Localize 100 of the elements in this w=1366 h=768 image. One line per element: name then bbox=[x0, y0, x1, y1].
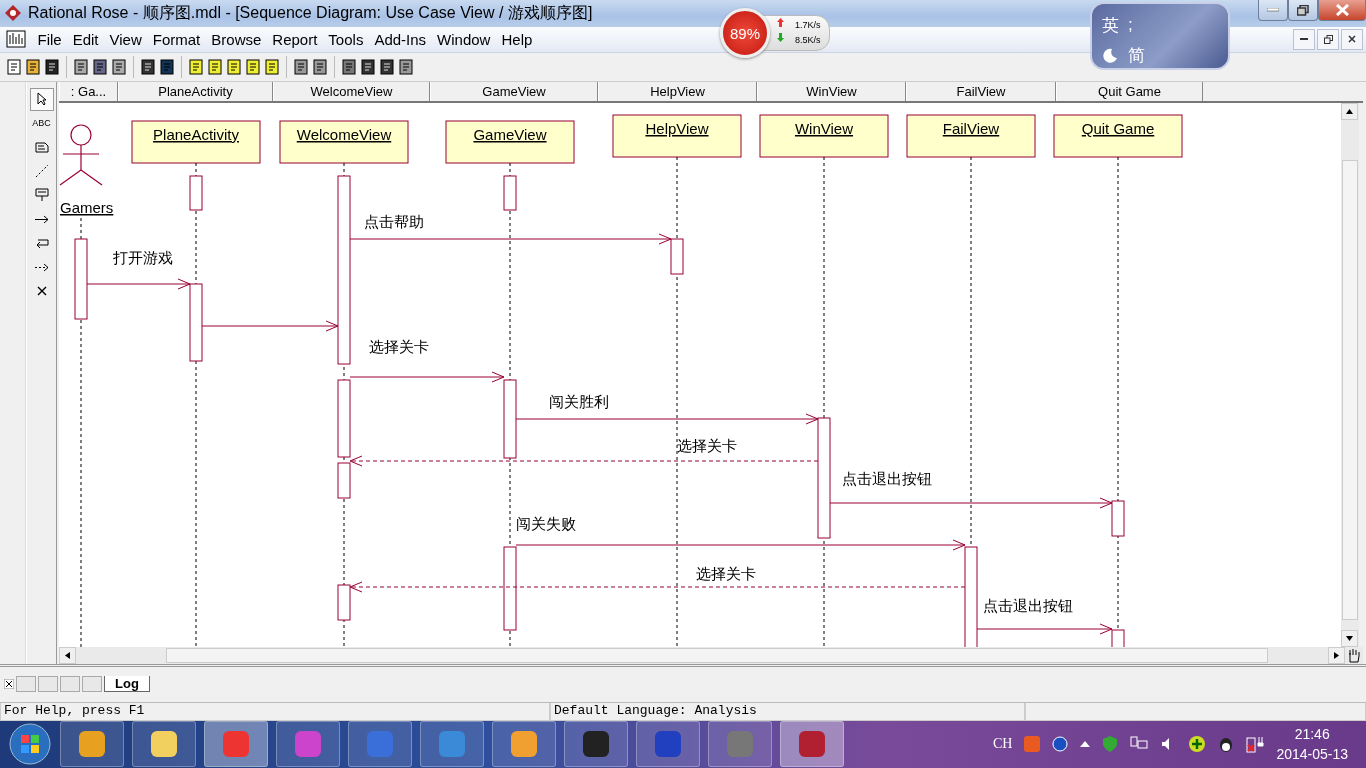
scroll-down-button[interactable] bbox=[1341, 629, 1358, 647]
menu-item[interactable]: Add-Ins bbox=[368, 30, 432, 48]
menu-item[interactable]: Help bbox=[495, 30, 538, 48]
activation-bar[interactable] bbox=[74, 238, 88, 320]
object-box[interactable] bbox=[279, 120, 409, 164]
activation-bar[interactable] bbox=[670, 238, 684, 275]
activation-bar[interactable] bbox=[1111, 629, 1125, 647]
toolbar-icon[interactable] bbox=[111, 58, 127, 75]
message-arrow[interactable] bbox=[349, 371, 505, 383]
message-arrow[interactable] bbox=[86, 278, 191, 290]
object-box[interactable] bbox=[906, 114, 1036, 158]
activation-bar[interactable] bbox=[964, 546, 978, 647]
input-method-panel[interactable]: 英 ; 简 bbox=[1090, 2, 1230, 70]
activation-bar[interactable] bbox=[503, 379, 517, 459]
plus-icon[interactable] bbox=[1188, 735, 1207, 754]
taskbar-button[interactable] bbox=[636, 721, 700, 768]
ime-punctuation[interactable]: ; bbox=[1128, 15, 1148, 35]
menu-item[interactable]: Edit bbox=[67, 30, 105, 48]
taskbar-button[interactable] bbox=[276, 721, 340, 768]
toolbar-icon[interactable] bbox=[398, 58, 414, 75]
activation-bar[interactable] bbox=[337, 379, 351, 458]
menu-item[interactable]: Window bbox=[431, 30, 496, 48]
ime-language[interactable]: 英 bbox=[1102, 13, 1128, 37]
taskbar-button[interactable] bbox=[60, 721, 124, 768]
object-box[interactable] bbox=[1053, 114, 1183, 158]
clock-date[interactable]: 2014-05-13 bbox=[1276, 744, 1348, 765]
column-header[interactable]: WelcomeView bbox=[273, 81, 430, 101]
activation-bar[interactable] bbox=[337, 175, 351, 365]
start-orb-icon[interactable] bbox=[8, 722, 52, 767]
toolbar-icon[interactable] bbox=[360, 58, 376, 75]
taskbar-button[interactable] bbox=[780, 721, 844, 768]
close-button[interactable] bbox=[1341, 28, 1363, 50]
log-tab[interactable]: Log bbox=[104, 676, 150, 693]
object-box[interactable] bbox=[131, 120, 261, 164]
diagram-canvas[interactable]: Gamers PlaneActivity WelcomeView GameView HelpView WinView FailView Quit Game 点击帮助 打开游戏 选择关卡 闯关胜利 选择关卡 点击退出按钮 闯关失败 选择关卡 点击退出按钮 bbox=[59, 102, 1341, 647]
restore-button[interactable] bbox=[1317, 28, 1339, 50]
activation-bar[interactable] bbox=[503, 175, 517, 211]
battery-plug-icon[interactable] bbox=[1246, 735, 1265, 754]
message-arrow[interactable] bbox=[201, 320, 339, 332]
taskbar-button[interactable] bbox=[132, 721, 196, 768]
object-box[interactable] bbox=[612, 114, 742, 158]
minimize-button[interactable] bbox=[1293, 28, 1315, 50]
message-arrow[interactable] bbox=[349, 455, 819, 467]
input-language[interactable]: CH bbox=[992, 736, 1013, 753]
toolbox-button[interactable]: ABC bbox=[29, 111, 54, 135]
document-icon[interactable] bbox=[6, 30, 28, 49]
column-header[interactable]: WinView bbox=[757, 81, 906, 101]
up-arrow-icon[interactable] bbox=[1080, 741, 1091, 748]
toolbar-icon[interactable] bbox=[159, 58, 175, 75]
taskbar-button[interactable] bbox=[348, 721, 412, 768]
taskbar-button[interactable] bbox=[492, 721, 556, 768]
shield-icon[interactable] bbox=[1102, 735, 1119, 754]
message-arrow[interactable] bbox=[515, 413, 819, 425]
column-header[interactable]: FailView bbox=[906, 81, 1056, 101]
menu-item[interactable]: Report bbox=[266, 30, 323, 48]
taskbar-button[interactable] bbox=[564, 721, 628, 768]
toolbox-button[interactable] bbox=[29, 87, 54, 111]
clock-time[interactable]: 21:46 bbox=[1294, 724, 1330, 745]
toolbar-icon[interactable] bbox=[44, 58, 60, 75]
message-arrow[interactable] bbox=[515, 539, 966, 551]
toolbar-icon[interactable] bbox=[379, 58, 395, 75]
toolbar-icon[interactable] bbox=[140, 58, 156, 75]
help-icon[interactable] bbox=[1052, 736, 1069, 753]
app-icon bbox=[725, 729, 755, 760]
activation-bar[interactable] bbox=[189, 283, 203, 362]
toolbar-icon[interactable] bbox=[92, 58, 108, 75]
menu-item[interactable]: Format bbox=[147, 30, 206, 48]
activation-bar[interactable] bbox=[817, 417, 831, 539]
column-header[interactable]: Quit Game bbox=[1056, 81, 1203, 101]
menu-item[interactable]: Tools bbox=[322, 30, 369, 48]
column-header[interactable]: HelpView bbox=[598, 81, 757, 101]
toolbar-icon[interactable] bbox=[312, 58, 328, 75]
toolbar-icon[interactable] bbox=[341, 58, 357, 75]
message-arrow[interactable] bbox=[976, 623, 1113, 635]
activation-bar[interactable] bbox=[189, 175, 203, 211]
close-icon[interactable] bbox=[4, 679, 14, 690]
taskbar-button[interactable] bbox=[204, 721, 268, 768]
column-header[interactable]: : Ga... bbox=[59, 81, 118, 101]
minimize-icon bbox=[1267, 8, 1279, 12]
menu-item[interactable]: Browse bbox=[205, 30, 267, 48]
vertical-scrollbar[interactable] bbox=[1341, 102, 1359, 647]
object-box[interactable] bbox=[759, 114, 889, 158]
menu-item[interactable]: File bbox=[32, 30, 68, 48]
activation-bar[interactable] bbox=[503, 546, 517, 631]
activation-bar[interactable] bbox=[337, 584, 351, 621]
maximize-button[interactable] bbox=[1288, 0, 1318, 21]
toolbar-icon[interactable] bbox=[73, 58, 89, 75]
column-header[interactable]: PlaneActivity bbox=[118, 81, 273, 101]
activation-bar[interactable] bbox=[1111, 500, 1125, 537]
menu-item[interactable]: View bbox=[104, 30, 148, 48]
toolbar-icon[interactable] bbox=[293, 58, 309, 75]
app-icon bbox=[581, 729, 611, 760]
message-arrow[interactable] bbox=[349, 581, 966, 593]
activation-bar[interactable] bbox=[337, 462, 351, 499]
message-arrow[interactable] bbox=[829, 497, 1113, 509]
object-box[interactable] bbox=[445, 120, 575, 164]
moon-icon[interactable] bbox=[1102, 47, 1118, 63]
message-label: 闯关胜利 bbox=[549, 392, 609, 411]
column-header[interactable]: GameView bbox=[430, 81, 598, 101]
message-arrow[interactable] bbox=[349, 233, 672, 245]
